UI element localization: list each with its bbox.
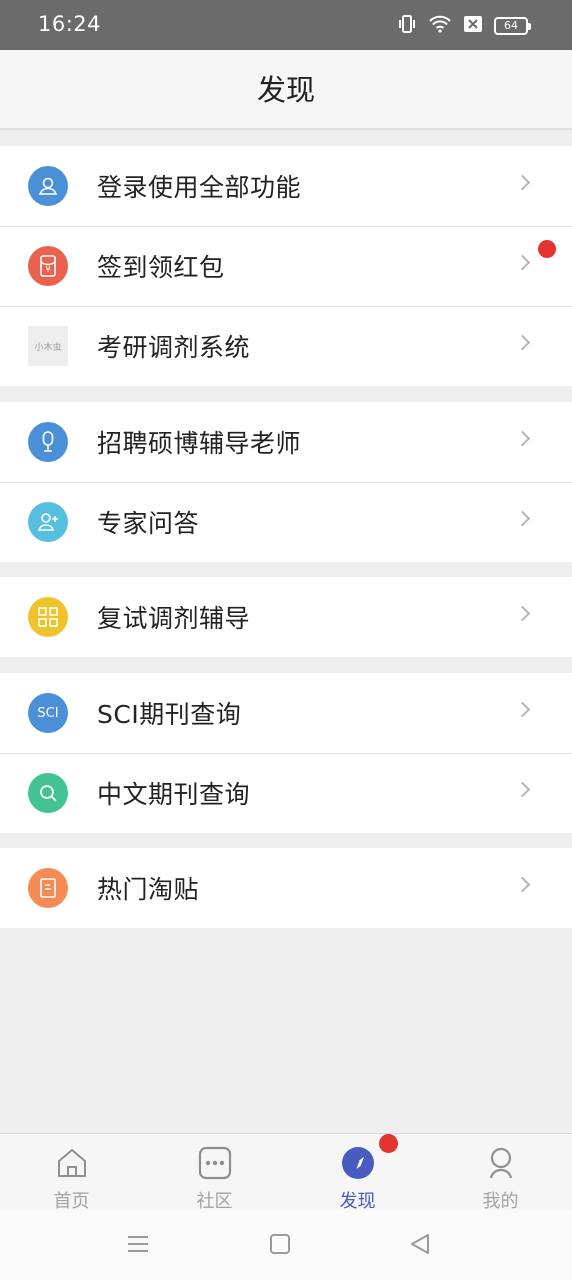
notification-dot — [379, 1134, 398, 1153]
menu-item-checkin[interactable]: ¥ 签到领红包 — [0, 226, 572, 306]
chevron-right-icon — [514, 781, 531, 798]
menu-item-label: 热门淘贴 — [97, 875, 200, 904]
menu-group-posts: 热门淘贴 — [0, 848, 572, 928]
status-icons: 64 — [398, 14, 531, 38]
battery-icon: 64 — [494, 17, 531, 35]
menu-item-login[interactable]: 登录使用全部功能 — [0, 146, 572, 226]
back-icon[interactable] — [408, 1232, 432, 1260]
chat-icon — [198, 1146, 232, 1184]
svg-text:¥: ¥ — [45, 265, 50, 274]
status-time: 16:24 — [38, 12, 102, 36]
menu-item-label: 登录使用全部功能 — [97, 173, 302, 202]
tab-community[interactable]: 社区 — [143, 1134, 286, 1212]
user-icon — [28, 166, 68, 206]
no-sim-icon — [464, 16, 482, 36]
menu-group-experts: 招聘硕博辅导老师 专家问答 — [0, 402, 572, 562]
document-icon — [28, 868, 68, 908]
logo-thumbnail: 小木虫 — [28, 326, 68, 366]
notification-dot — [538, 240, 556, 258]
page-title: 发现 — [256, 73, 315, 107]
chevron-right-icon — [514, 430, 531, 447]
search-icon — [28, 773, 68, 813]
chevron-right-icon — [514, 334, 531, 351]
menu-item-label: SCI期刊查询 — [97, 700, 242, 729]
menu-item-sci-journal[interactable]: SCI SCI期刊查询 — [0, 673, 572, 753]
home-button-icon[interactable] — [268, 1232, 292, 1260]
menu-item-hot-posts[interactable]: 热门淘贴 — [0, 848, 572, 928]
chevron-right-icon — [514, 605, 531, 622]
sci-icon: SCI — [28, 693, 68, 733]
menu-item-retest-guidance[interactable]: 复试调剂辅导 — [0, 577, 572, 657]
red-envelope-icon: ¥ — [28, 246, 68, 286]
compass-icon — [341, 1146, 375, 1184]
menu-group-retest: 复试调剂辅导 — [0, 577, 572, 657]
tab-profile[interactable]: 我的 — [429, 1134, 572, 1212]
menu-item-label: 专家问答 — [97, 509, 200, 538]
microphone-icon — [28, 422, 68, 462]
add-user-icon — [28, 502, 68, 542]
header: 发现 — [0, 50, 572, 130]
wifi-icon — [428, 15, 452, 37]
home-icon — [55, 1146, 89, 1184]
system-navigation-bar — [0, 1210, 572, 1280]
menu-icon[interactable] — [126, 1232, 150, 1260]
grid-icon — [28, 597, 68, 637]
menu-item-expert-qa[interactable]: 专家问答 — [0, 482, 572, 562]
tab-discover[interactable]: 发现 — [286, 1134, 429, 1212]
vibrate-icon — [398, 14, 416, 38]
chevron-right-icon — [514, 701, 531, 718]
menu-group-account: 登录使用全部功能 ¥ 签到领红包 小木虫 考研调剂系统 — [0, 146, 572, 386]
menu-item-recruit-tutor[interactable]: 招聘硕博辅导老师 — [0, 402, 572, 482]
profile-icon — [484, 1146, 518, 1184]
tab-bar: 首页 社区 发现 我的 — [0, 1133, 572, 1212]
menu-item-label: 签到领红包 — [97, 253, 225, 282]
chevron-right-icon — [514, 254, 531, 271]
menu-group-journals: SCI SCI期刊查询 中文期刊查询 — [0, 673, 572, 833]
chevron-right-icon — [514, 174, 531, 191]
chevron-right-icon — [514, 510, 531, 527]
menu-item-label: 复试调剂辅导 — [97, 604, 251, 633]
tab-home[interactable]: 首页 — [0, 1134, 143, 1212]
chevron-right-icon — [514, 876, 531, 893]
status-bar: 16:24 64 — [0, 0, 572, 50]
menu-item-chinese-journal[interactable]: 中文期刊查询 — [0, 753, 572, 833]
menu-item-adjustment-system[interactable]: 小木虫 考研调剂系统 — [0, 306, 572, 386]
menu-item-label: 招聘硕博辅导老师 — [97, 429, 302, 458]
menu-item-label: 中文期刊查询 — [97, 780, 251, 809]
menu-item-label: 考研调剂系统 — [97, 333, 251, 362]
